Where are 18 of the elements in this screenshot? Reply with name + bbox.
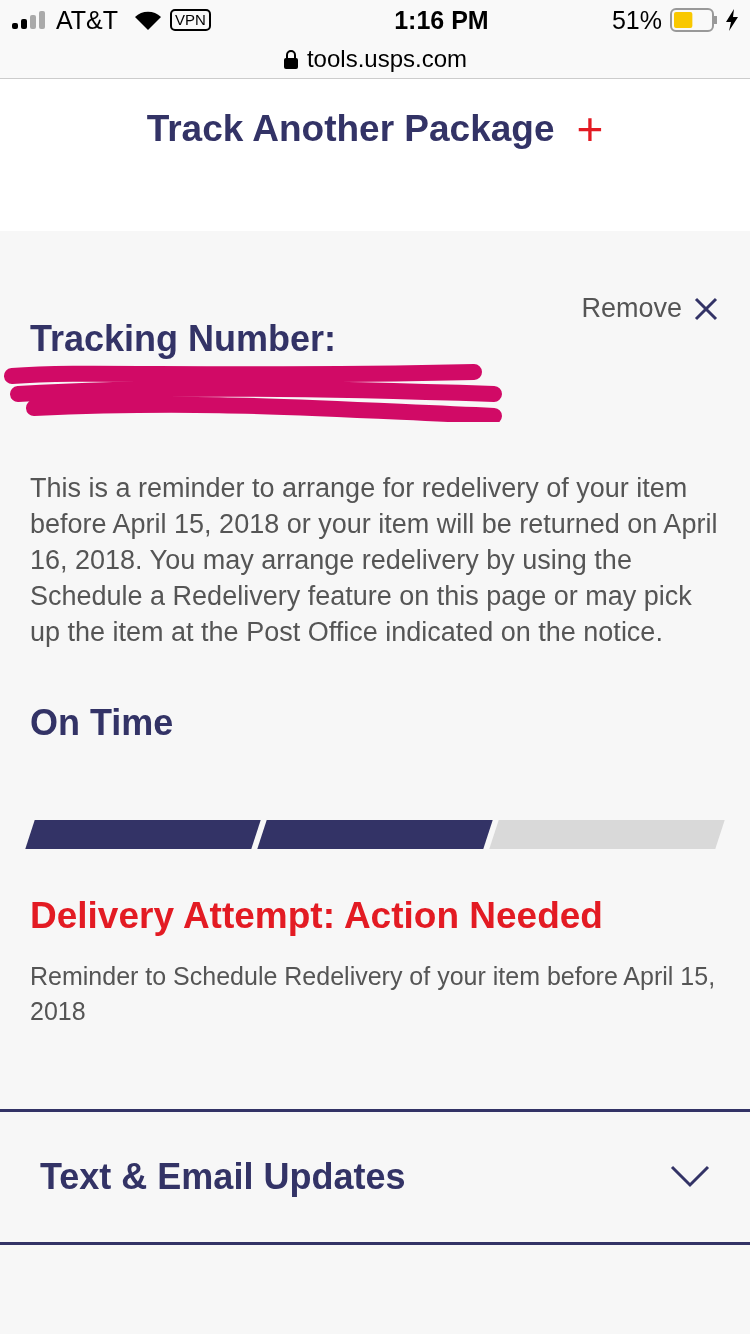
track-another-package-link[interactable]: Track Another Package +: [146, 106, 604, 152]
battery-percent: 51%: [611, 5, 662, 35]
close-icon: [694, 296, 718, 321]
vpn-badge: VPN: [170, 9, 211, 31]
battery-icon: [670, 8, 718, 32]
carrier-name: AT&T: [56, 5, 119, 35]
reminder-message: This is a reminder to arrange for redelivery of your item before April 15, 2018 or your item will be returned on April 16, 2018. You may arrange redelivery by using the Schedule a Redelivery feature on this page or may pick up the item at the Post Office indicated on the notice.: [30, 472, 719, 649]
wifi-icon: [134, 10, 163, 30]
status-detail: Reminder to Schedule Redelivery of your item before April 15, 2018: [30, 961, 717, 1027]
tracking-number-label: Tracking Number:: [30, 318, 338, 360]
page-url[interactable]: tools.usps.com: [306, 45, 468, 73]
clock-time: 1:16 PM: [394, 5, 489, 35]
status-headline: Delivery Attempt: Action Needed: [30, 895, 604, 937]
accordion-header[interactable]: Text & Email Updates: [0, 1112, 750, 1245]
section-title: Text & Email Updates: [40, 1156, 406, 1198]
remove-button[interactable]: Remove: [581, 293, 718, 324]
signal-icon: [12, 11, 48, 29]
delivery-status: On Time: [30, 702, 175, 744]
